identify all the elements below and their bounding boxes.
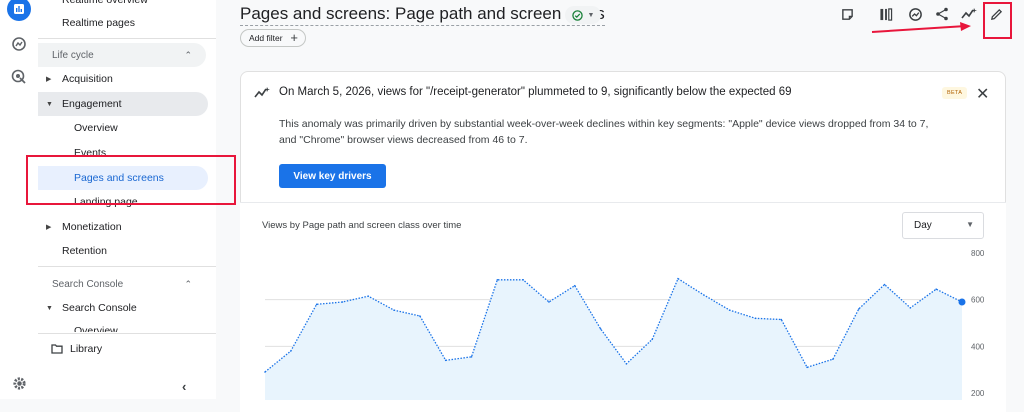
- chevron-left-icon[interactable]: ‹: [182, 379, 196, 394]
- page-title[interactable]: Pages and screens: Page path and screen …: [240, 4, 605, 26]
- compare-icon[interactable]: [838, 5, 856, 23]
- data-point: [857, 308, 860, 310]
- add-filter-label: Add filter: [249, 33, 283, 43]
- series-area: [265, 278, 962, 400]
- sparkle-trend-icon: [254, 86, 270, 105]
- insights-icon[interactable]: [906, 5, 924, 23]
- sidebar-item-monetization[interactable]: ▶ Monetization: [38, 215, 208, 239]
- sidebar-item-realtime-pages[interactable]: Realtime pages: [38, 11, 208, 35]
- advertising-icon[interactable]: [7, 65, 31, 89]
- reports-icon[interactable]: [7, 0, 31, 21]
- views-chart: 800 600 400 200: [264, 249, 985, 400]
- close-icon[interactable]: ✕: [976, 84, 989, 104]
- data-point: [496, 279, 499, 281]
- caret-right-icon: ▶: [46, 76, 52, 83]
- y-tick-label: 600: [971, 296, 985, 305]
- section-search-console[interactable]: Search Console ⌃: [38, 272, 208, 296]
- caret-right-icon: ▶: [46, 224, 52, 231]
- sidebar-item-label: Acquisition: [62, 73, 113, 85]
- data-point: [470, 356, 473, 358]
- data-point: [625, 363, 628, 365]
- section-label: Life cycle: [52, 49, 94, 61]
- sidebar-item-label: Search Console: [62, 302, 137, 314]
- data-point: [548, 301, 550, 303]
- caret-down-icon: ▼: [46, 304, 53, 312]
- sidebar-item-library[interactable]: Library: [38, 337, 208, 361]
- data-point: [832, 358, 834, 360]
- status-badge[interactable]: ▼: [565, 6, 601, 24]
- caret-down-icon: ▼: [966, 220, 974, 229]
- data-point: [651, 338, 654, 341]
- data-point: [703, 294, 705, 296]
- sidebar-item-label: Engagement: [62, 98, 122, 110]
- data-point: [728, 309, 731, 311]
- trend-icon[interactable]: [960, 5, 978, 23]
- caret-down-icon: ▼: [587, 11, 595, 19]
- caret-down-icon: ▼: [46, 100, 53, 108]
- data-point: [367, 295, 370, 297]
- sidebar-item-retention[interactable]: Retention: [38, 239, 208, 263]
- explore-icon[interactable]: [7, 32, 31, 56]
- chevron-up-icon: ⌃: [184, 278, 192, 289]
- customize-icon[interactable]: [877, 5, 895, 23]
- add-filter-button[interactable]: Add filter +: [240, 29, 306, 47]
- y-tick-label: 400: [971, 342, 985, 351]
- granularity-select[interactable]: Day ▼: [902, 212, 984, 239]
- data-point: [806, 366, 808, 369]
- data-point: [341, 301, 344, 303]
- data-point: [264, 371, 266, 373]
- data-point: [290, 350, 292, 352]
- view-key-drivers-button[interactable]: View key drivers: [279, 164, 386, 188]
- chevron-up-icon: ⌃: [184, 49, 192, 60]
- data-point: [599, 328, 602, 330]
- sidebar-item-label: Monetization: [62, 221, 122, 233]
- plus-icon: +: [290, 30, 298, 45]
- settings-icon[interactable]: [7, 371, 31, 395]
- data-point: [444, 359, 447, 362]
- data-point: [522, 279, 524, 281]
- data-point: [677, 277, 679, 280]
- edit-icon[interactable]: [987, 5, 1005, 23]
- section-lifecycle[interactable]: Life cycle ⌃: [38, 43, 208, 67]
- data-point: [883, 283, 886, 286]
- data-point: [935, 288, 937, 290]
- sidebar-item-acquisition[interactable]: ▶ Acquisition: [38, 67, 208, 91]
- y-tick-label: 800: [971, 249, 985, 258]
- sidebar-item-overview-clipped[interactable]: Overview: [38, 318, 208, 332]
- insight-headline: On March 5, 2026, views for "/receipt-ge…: [279, 86, 792, 98]
- data-point[interactable]: [958, 298, 966, 306]
- section-label: Search Console: [52, 278, 124, 290]
- data-point: [573, 284, 576, 287]
- granularity-value: Day: [914, 220, 932, 231]
- beta-badge: BETA: [942, 87, 968, 99]
- chart-title: Views by Page path and screen class over…: [262, 220, 462, 231]
- sidebar-item-search-console[interactable]: ▼ Search Console: [38, 296, 208, 320]
- folder-icon: [51, 344, 63, 354]
- sidebar-item-engagement[interactable]: ▼ Engagement: [38, 92, 208, 116]
- divider: [38, 38, 216, 39]
- data-point: [419, 315, 421, 317]
- data-point: [393, 309, 395, 311]
- y-tick-label: 200: [971, 389, 985, 398]
- sidebar-item-label: Overview: [74, 325, 118, 332]
- insight-body: This anomaly was primarily driven by sub…: [279, 118, 929, 146]
- data-point: [780, 318, 783, 321]
- highlight-box: [26, 155, 236, 205]
- divider: [38, 333, 216, 334]
- share-icon[interactable]: [933, 5, 951, 23]
- data-point: [909, 307, 912, 309]
- data-point: [315, 303, 318, 306]
- sidebar-item-label: Library: [70, 343, 103, 355]
- data-point: [754, 317, 757, 320]
- check-circle-icon: [571, 9, 583, 21]
- sidebar-item-overview[interactable]: Overview: [38, 116, 208, 140]
- divider: [38, 266, 216, 267]
